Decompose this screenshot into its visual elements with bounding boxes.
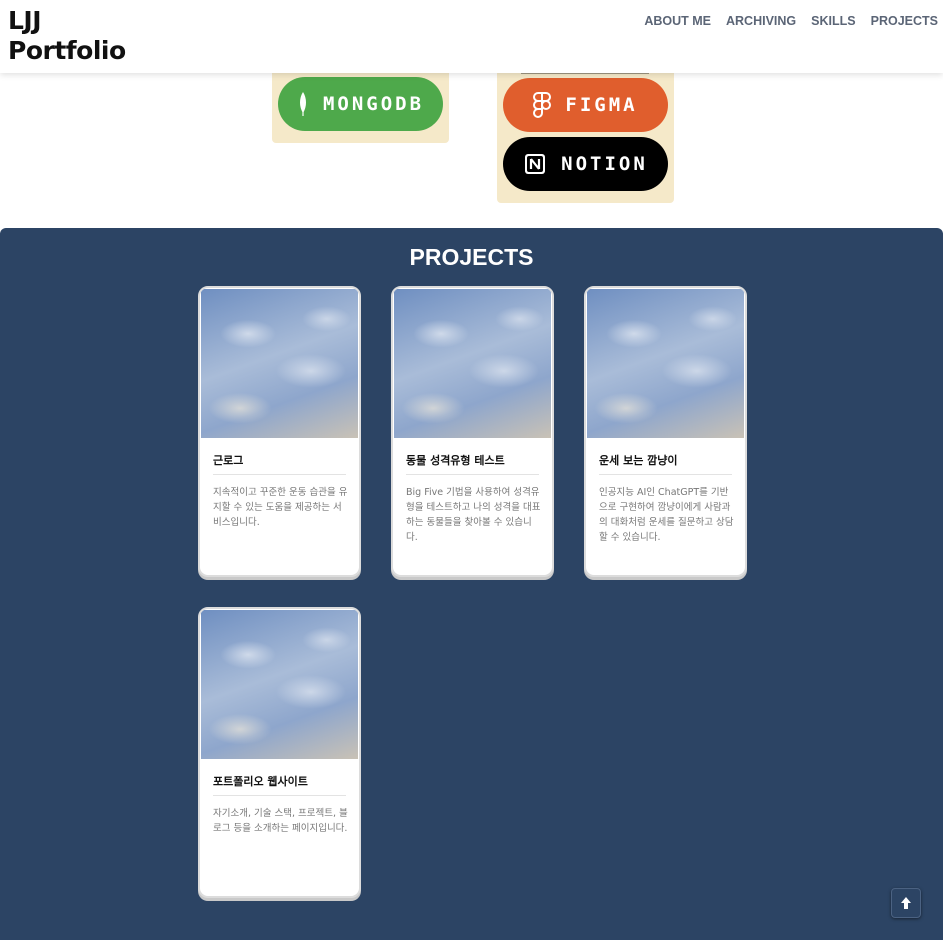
arrow-up-icon xyxy=(901,897,911,909)
project-title: 포트폴리오 웹사이트 xyxy=(213,773,346,796)
badge-label: NOTION xyxy=(561,153,648,175)
project-card[interactable]: 운세 보는 깜냥이 인공지능 AI인 ChatGPT를 기반으로 구현하여 깜냥… xyxy=(584,286,747,577)
projects-section: PROJECTS 근로그 지속적이고 꾸준한 운동 습관을 유지할 수 있는 도… xyxy=(0,228,943,940)
skill-badge-notion: NOTION xyxy=(503,137,668,191)
project-card[interactable]: 근로그 지속적이고 꾸준한 운동 습관을 유지할 수 있는 도움을 제공하는 서… xyxy=(198,286,361,577)
figma-icon xyxy=(533,92,552,118)
logo-line-1: LJJ xyxy=(8,6,42,35)
logo-line-2: Portfolio xyxy=(8,36,126,65)
project-thumbnail xyxy=(201,289,358,438)
skill-badge-mongodb: MONGODB xyxy=(278,77,443,131)
project-description: 지속적이고 꾸준한 운동 습관을 유지할 수 있는 도움을 제공하는 서비스입니… xyxy=(213,487,348,528)
nav-about-me[interactable]: ABOUT ME xyxy=(644,14,711,28)
badge-label: MONGODB xyxy=(322,93,425,115)
nav-skills[interactable]: SKILLS xyxy=(811,14,855,28)
project-description: Big Five 기법을 사용하여 성격유형을 테스트하고 나의 성격을 대표하… xyxy=(406,487,541,543)
site-logo[interactable]: LJJ Portfolio xyxy=(8,6,126,66)
project-title: 동물 성격유형 테스트 xyxy=(406,452,539,475)
project-title: 운세 보는 깜냥이 xyxy=(599,452,732,475)
nav-projects[interactable]: PROJECTS xyxy=(871,14,938,28)
project-thumbnail xyxy=(201,610,358,759)
site-header: LJJ Portfolio ABOUT ME ARCHIVING SKILLS … xyxy=(0,0,943,73)
main-nav: ABOUT ME ARCHIVING SKILLS PROJECTS xyxy=(644,14,938,28)
project-card[interactable]: 동물 성격유형 테스트 Big Five 기법을 사용하여 성격유형을 테스트하… xyxy=(391,286,554,577)
skill-badge-figma: FIGMA xyxy=(503,78,668,132)
scroll-to-top-button[interactable] xyxy=(891,888,921,918)
project-description: 인공지능 AI인 ChatGPT를 기반으로 구현하여 깜냥이에게 사람과의 대… xyxy=(599,487,734,543)
project-thumbnail xyxy=(587,289,744,438)
project-thumbnail xyxy=(394,289,551,438)
mongodb-leaf-icon xyxy=(299,92,306,116)
section-title: PROJECTS xyxy=(409,244,534,270)
project-description: 자기소개, 기술 스택, 프로젝트, 블로그 등을 소개하는 페이지입니다. xyxy=(213,808,348,834)
notion-icon xyxy=(525,154,546,174)
badge-label: FIGMA xyxy=(565,94,638,116)
nav-archiving[interactable]: ARCHIVING xyxy=(726,14,796,28)
project-title: 근로그 xyxy=(213,452,346,475)
project-card[interactable]: 포트폴리오 웹사이트 자기소개, 기술 스택, 프로젝트, 블로그 등을 소개하… xyxy=(198,607,361,898)
